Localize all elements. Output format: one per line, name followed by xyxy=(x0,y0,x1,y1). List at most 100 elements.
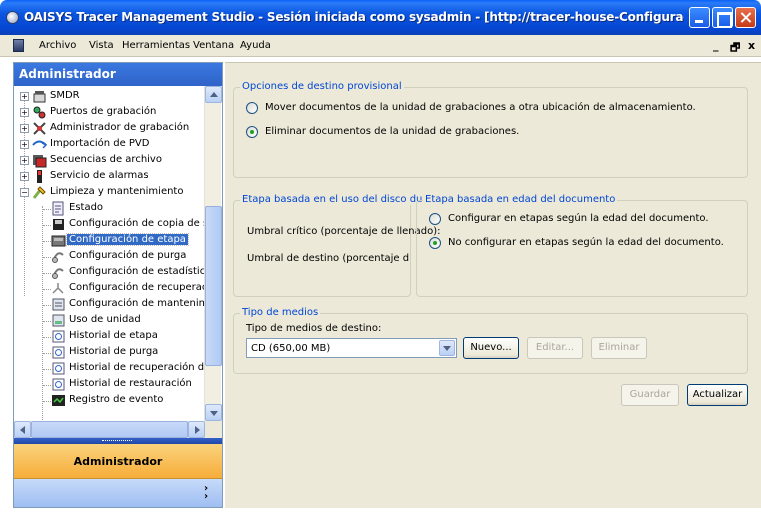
mdi-close-button[interactable]: x xyxy=(748,39,755,52)
menu-herramientas[interactable]: Herramientas xyxy=(122,40,190,51)
expand-icon[interactable]: + xyxy=(20,156,29,165)
tree-item-restore-history[interactable]: Historial de restauración xyxy=(14,377,204,393)
menu-vista[interactable]: Vista xyxy=(89,40,114,51)
tree-item-status[interactable]: Estado xyxy=(14,201,204,217)
pane-header: Administrador xyxy=(14,63,222,86)
tree-item-pvd-import[interactable]: + Importación de PVD xyxy=(14,137,204,153)
mdi-restore-button[interactable]: 🗗 xyxy=(730,39,740,58)
scrollbar-corner xyxy=(205,421,222,438)
radio-button[interactable] xyxy=(429,237,441,249)
collapse-icon[interactable]: − xyxy=(20,188,29,197)
tree-item-archive-sequences[interactable]: + Secuencias de archivo xyxy=(14,153,204,169)
maintenance-icon xyxy=(51,297,66,312)
tree-item-label: Administrador de grabación xyxy=(50,122,190,133)
tree-item-maintenance-config[interactable]: Configuración de mantenimiento d xyxy=(14,297,204,313)
target-threshold-label: Umbral de destino (porcentaje de llenado xyxy=(247,253,409,264)
document-icon[interactable] xyxy=(13,39,24,52)
save-button[interactable]: Guardar xyxy=(621,384,679,406)
group-title: Opciones de destino provisional xyxy=(240,81,404,92)
tree-item-stage-history[interactable]: Historial de etapa xyxy=(14,329,204,345)
tree-item-statistics-config[interactable]: Configuración de estadísticas del xyxy=(14,265,204,281)
tree-item-drive-usage[interactable]: Uso de unidad xyxy=(14,313,204,329)
select-value: CD (650,00 MB) xyxy=(251,343,331,354)
refresh-button[interactable]: Actualizar xyxy=(687,384,748,406)
tree-item-label: Configuración de etapa xyxy=(66,233,189,246)
tree-item-label: Configuración de mantenimiento d xyxy=(69,298,204,309)
stage-icon xyxy=(51,233,66,248)
tree-item-label: Uso de unidad xyxy=(69,314,141,325)
tree-item-label: Secuencias de archivo xyxy=(50,154,162,165)
tree-item-smdr[interactable]: + SMDR xyxy=(14,89,204,105)
new-media-button[interactable]: Nuevo... xyxy=(463,337,519,359)
scroll-thumb[interactable] xyxy=(31,421,188,438)
radio-button[interactable] xyxy=(429,213,441,225)
group-title: Tipo de medios xyxy=(240,307,321,318)
tree-horizontal-scrollbar[interactable] xyxy=(14,421,222,438)
tree-item-label: Configuración de purga xyxy=(69,250,187,261)
radio-button[interactable] xyxy=(246,126,258,138)
maximize-icon[interactable] xyxy=(712,7,733,28)
recovery-icon xyxy=(51,281,66,296)
tree-vertical-scrollbar[interactable] xyxy=(204,86,222,421)
tree-item-label: Historial de purga xyxy=(69,346,159,357)
tree-item-event-log[interactable]: Registro de evento xyxy=(14,393,204,409)
scroll-down-icon[interactable] xyxy=(205,404,222,421)
radio-label: Configurar en etapas según la edad del d… xyxy=(448,213,709,224)
chevron-down-icon[interactable] xyxy=(439,340,455,356)
radio-label: No configurar en etapas según la edad de… xyxy=(448,237,724,248)
media-type-select[interactable]: CD (650,00 MB) xyxy=(246,338,457,358)
expand-icon[interactable]: + xyxy=(20,92,29,101)
tree-item-recovery-history[interactable]: Historial de recuperación de archi xyxy=(14,361,204,377)
tree-item-recording-manager[interactable]: + Administrador de grabación xyxy=(14,121,204,137)
scroll-up-icon[interactable] xyxy=(205,86,222,103)
phone-icon xyxy=(32,89,47,104)
tree-item-purge-history[interactable]: Historial de purga xyxy=(14,345,204,361)
menu-ventana[interactable]: Ventana xyxy=(193,40,234,51)
media-type-label: Tipo de medios de destino: xyxy=(246,323,382,334)
chevron-double-down-icon[interactable]: › › xyxy=(204,484,208,502)
close-icon[interactable] xyxy=(735,7,756,28)
tree-item-label: Historial de recuperación de archi xyxy=(69,362,204,373)
edit-media-button[interactable]: Editar... xyxy=(527,337,583,359)
delete-media-button[interactable]: Eliminar xyxy=(591,337,647,359)
nav-button-administrador[interactable]: Administrador xyxy=(14,444,222,479)
scroll-right-icon[interactable] xyxy=(188,421,205,438)
document-age-stage-group: Etapa basada en edad del documento Confi… xyxy=(416,194,748,297)
cleanup-icon xyxy=(32,185,47,200)
tree-item-alarm-service[interactable]: + Servicio de alarmas xyxy=(14,169,204,185)
history-icon xyxy=(51,329,66,344)
alarm-icon xyxy=(32,169,47,184)
expand-icon[interactable]: + xyxy=(20,124,29,133)
tree-item-label: Configuración de recuperación de xyxy=(69,282,204,293)
tree-item-label: Registro de evento xyxy=(69,394,164,405)
tree-item-backup-config[interactable]: Configuración de copia de seguric xyxy=(14,217,204,233)
tree-item-recording-ports[interactable]: + Puertos de grabación xyxy=(14,105,204,121)
tree-item-stage-config[interactable]: Configuración de etapa xyxy=(14,233,204,249)
critical-threshold-label: Umbral crítico (porcentaje de llenado): xyxy=(247,226,441,237)
menu-ayuda[interactable]: Ayuda xyxy=(240,40,271,51)
tree-item-recovery-config[interactable]: Configuración de recuperación de xyxy=(14,281,204,297)
group-title: Etapa basada en edad del documento xyxy=(423,194,618,205)
media-type-group: Tipo de medios Tipo de medios de destino… xyxy=(233,307,748,374)
history-icon xyxy=(51,345,66,360)
menu-archivo[interactable]: Archivo xyxy=(39,40,76,51)
radio-button[interactable] xyxy=(246,102,258,114)
nav-overflow-bar: › › xyxy=(14,479,222,507)
tree-item-purge-config[interactable]: Configuración de purga xyxy=(14,249,204,265)
archive-sequence-icon xyxy=(32,153,47,168)
app-icon[interactable] xyxy=(6,11,19,24)
scroll-thumb[interactable] xyxy=(205,206,222,366)
scroll-left-icon[interactable] xyxy=(14,421,31,438)
mdi-minimize-button[interactable]: _ xyxy=(713,39,719,52)
tree-item-cleanup-maintenance[interactable]: − Limpieza y mantenimiento xyxy=(14,185,204,201)
menu-bar: Archivo Vista Herramientas Ventana Ayuda… xyxy=(0,35,761,57)
recording-manager-icon xyxy=(32,121,47,136)
disk-usage-stage-group: Etapa basada en el uso del disco duro Um… xyxy=(233,194,440,297)
history-icon xyxy=(51,377,66,392)
title-bar: OAISYS Tracer Management Studio - Sesión… xyxy=(0,0,761,35)
expand-icon[interactable]: + xyxy=(20,108,29,117)
tree-item-label: Configuración de copia de seguric xyxy=(69,218,204,229)
expand-icon[interactable]: + xyxy=(20,172,29,181)
minimize-icon[interactable] xyxy=(689,7,710,28)
expand-icon[interactable]: + xyxy=(20,140,29,149)
